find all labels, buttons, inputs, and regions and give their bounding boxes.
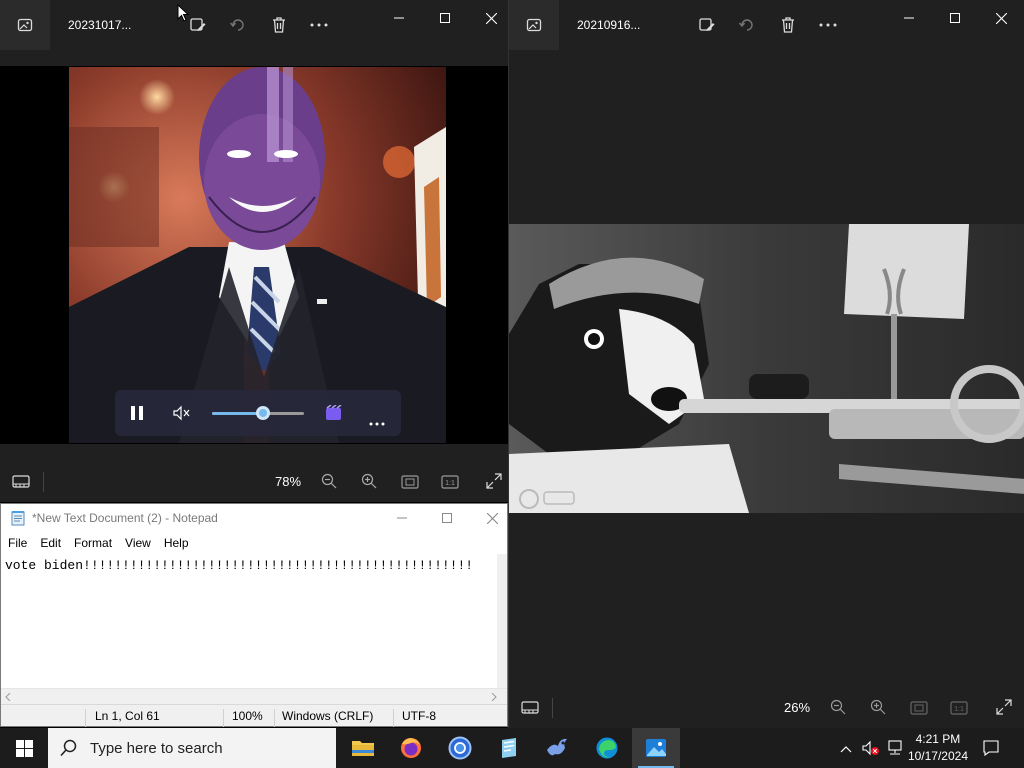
tray-clock[interactable]: 4:21 PM 10/17/2024 (908, 731, 968, 765)
status-divider (274, 709, 275, 727)
title-bar: 20231017... (0, 0, 508, 50)
more-icon[interactable] (369, 411, 385, 430)
search-placeholder: Type here to search (90, 739, 223, 757)
notes-app-icon[interactable] (485, 728, 533, 768)
status-divider (85, 709, 86, 727)
rotate-icon[interactable] (727, 0, 767, 50)
actual-size-icon[interactable]: 1:1 (950, 700, 968, 719)
actual-size-icon[interactable]: 1:1 (441, 474, 459, 493)
photos-icon (0, 0, 50, 50)
notepad-title: *New Text Document (2) - Notepad (32, 511, 218, 525)
maximize-icon[interactable] (424, 504, 470, 532)
windows-start-icon[interactable] (0, 728, 48, 768)
photos-window-right: 20210916... 26% 1:1 (508, 0, 1024, 728)
mute-icon[interactable] (173, 405, 191, 425)
toolbar-divider (552, 698, 553, 718)
image-frame[interactable] (509, 224, 1024, 513)
menu-edit[interactable]: Edit (40, 536, 61, 550)
minimize-icon[interactable] (886, 0, 932, 36)
svg-text:1:1: 1:1 (954, 706, 964, 713)
status-zoom: 100% (232, 709, 263, 723)
toolbar-divider (43, 472, 44, 492)
photos-icon (509, 0, 559, 50)
search-icon (60, 739, 78, 757)
minimize-icon[interactable] (379, 504, 425, 532)
notification-icon[interactable] (982, 739, 1000, 761)
fit-icon[interactable] (401, 474, 419, 493)
volume-thumb[interactable] (255, 406, 270, 420)
taskbar-search-box[interactable]: Type here to search (48, 728, 336, 768)
menu-view[interactable]: View (125, 536, 151, 550)
zoom-level: 26% (784, 700, 811, 715)
filmstrip-icon[interactable] (12, 474, 30, 494)
window-title: 20210916... (577, 18, 641, 32)
taskbar: Type here to search 4:21 PM 10/17/2024 (0, 728, 1024, 768)
status-encoding: UTF-8 (402, 709, 436, 723)
close-icon[interactable] (468, 0, 508, 36)
volume-muted-icon[interactable] (862, 740, 880, 760)
status-position: Ln 1, Col 61 (95, 709, 160, 723)
clipchamp-icon[interactable] (325, 404, 343, 425)
network-icon[interactable] (886, 740, 904, 760)
delete-icon[interactable] (768, 0, 808, 50)
notepad-status-bar: Ln 1, Col 61 100% Windows (CRLF) UTF-8 (1, 704, 507, 727)
zoom-out-icon[interactable] (830, 699, 846, 719)
zoom-in-icon[interactable] (870, 699, 886, 719)
vertical-scrollbar[interactable] (497, 554, 507, 688)
status-divider (223, 709, 224, 727)
notepad-menu-bar: File Edit Format View Help (1, 532, 507, 554)
minimize-icon[interactable] (376, 0, 422, 36)
zoom-level: 78% (275, 474, 302, 489)
maximize-icon[interactable] (422, 0, 468, 36)
horizontal-scrollbar[interactable] (1, 688, 507, 704)
fullscreen-icon[interactable] (996, 699, 1012, 719)
bottom-toolbar: 78% 1:1 (0, 462, 508, 502)
status-line-ending: Windows (CRLF) (282, 709, 374, 723)
photos-window-left: 20231017... 78% 1:1 (0, 0, 508, 502)
pause-icon[interactable] (129, 405, 145, 425)
bottom-toolbar: 26% 1:1 (509, 688, 1024, 728)
delete-icon[interactable] (259, 0, 299, 50)
close-icon[interactable] (978, 0, 1024, 36)
clock-date: 10/17/2024 (907, 749, 968, 763)
photos-taskbar-icon[interactable] (632, 728, 680, 768)
svg-text:1:1: 1:1 (445, 480, 455, 487)
scroll-right-icon[interactable] (491, 693, 497, 701)
edit-image-icon[interactable] (687, 0, 727, 50)
fit-icon[interactable] (910, 700, 928, 719)
fullscreen-icon[interactable] (486, 473, 502, 493)
title-bar: 20210916... (509, 0, 1024, 50)
tray-chevron-icon[interactable] (840, 741, 852, 760)
filmstrip-icon[interactable] (521, 700, 539, 720)
notepad-window: *New Text Document (2) - Notepad File Ed… (0, 503, 508, 727)
bird-app-icon[interactable] (534, 728, 582, 768)
notepad-title-bar: *New Text Document (2) - Notepad (1, 504, 507, 532)
firefox-icon[interactable] (387, 728, 435, 768)
video-frame[interactable] (69, 67, 446, 443)
menu-help[interactable]: Help (164, 536, 189, 550)
notepad-icon (10, 510, 26, 526)
more-icon[interactable] (299, 0, 339, 50)
notepad-text-area[interactable]: vote biden!!!!!!!!!!!!!!!!!!!!!!!!!!!!!!… (1, 554, 507, 688)
zoom-out-icon[interactable] (321, 473, 337, 493)
volume-slider[interactable] (212, 406, 304, 420)
scroll-left-icon[interactable] (5, 693, 11, 701)
window-title: 20231017... (68, 18, 132, 32)
clock-time: 4:21 PM (915, 732, 961, 746)
rotate-icon[interactable] (218, 0, 258, 50)
video-controls (115, 390, 401, 436)
close-icon[interactable] (469, 504, 515, 532)
file-explorer-icon[interactable] (339, 728, 387, 768)
edge-icon[interactable] (583, 728, 631, 768)
more-icon[interactable] (808, 0, 848, 50)
chrome-icon[interactable] (436, 728, 484, 768)
menu-format[interactable]: Format (74, 536, 112, 550)
maximize-icon[interactable] (932, 0, 978, 36)
zoom-in-icon[interactable] (361, 473, 377, 493)
menu-file[interactable]: File (8, 536, 27, 550)
media-area (0, 66, 508, 444)
status-divider (393, 709, 394, 727)
mouse-cursor-icon (177, 3, 190, 26)
